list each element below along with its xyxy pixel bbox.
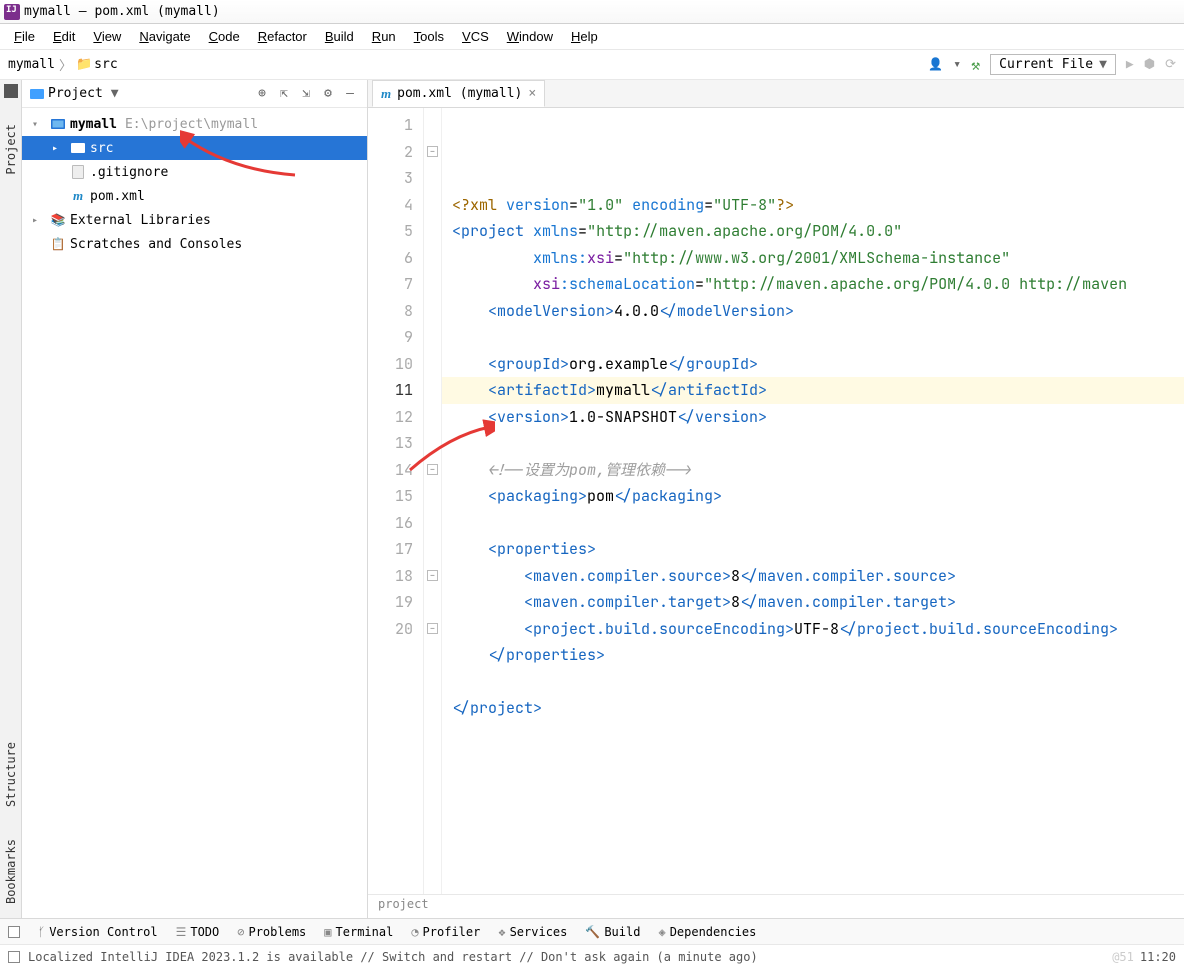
breadcrumb[interactable]: mymall 〉 📁 src xyxy=(8,55,118,74)
hide-icon[interactable]: — xyxy=(341,86,359,101)
project-pane-header: Project ▼ ⊕ ⇱ ⇲ ⚙ — xyxy=(22,80,367,108)
file-icon xyxy=(72,165,84,179)
crumb-root[interactable]: mymall xyxy=(8,57,55,72)
tree-external-libraries-label: External Libraries xyxy=(70,213,211,228)
statusbar: Localized IntelliJ IDEA 2023.1.2 is avai… xyxy=(0,944,1184,968)
user-icon[interactable] xyxy=(928,57,943,72)
bottom-tab-build[interactable]: 🔨Build xyxy=(585,925,640,939)
run-icon[interactable]: ▶ xyxy=(1126,57,1134,72)
collapse-all-icon[interactable]: ⇲ xyxy=(297,86,315,101)
folder-icon xyxy=(71,143,85,153)
menubar: FileEditViewNavigateCodeRefactorBuildRun… xyxy=(0,24,1184,50)
tree-external-libraries[interactable]: ▸ External Libraries xyxy=(22,208,367,232)
menu-view[interactable]: View xyxy=(85,27,129,46)
menu-window[interactable]: Window xyxy=(499,27,561,46)
status-message[interactable]: Localized IntelliJ IDEA 2023.1.2 is avai… xyxy=(28,950,758,964)
tree-root-path: E:\project\mymall xyxy=(125,117,258,132)
tree-gitignore-label: .gitignore xyxy=(90,165,168,180)
menu-help[interactable]: Help xyxy=(563,27,606,46)
bottom-tab-problems[interactable]: ⊘Problems xyxy=(237,925,306,939)
editor-tabbar: m pom.xml (mymall) × xyxy=(368,80,1184,108)
tab-project[interactable]: Project xyxy=(2,118,20,181)
close-icon[interactable]: × xyxy=(528,86,536,101)
crumb-sep: 〉 xyxy=(59,55,72,74)
window-title: mymall – pom.xml (mymall) xyxy=(24,4,220,19)
project-view-icon xyxy=(30,89,44,99)
run-config-label: Current File xyxy=(999,57,1093,72)
chevron-right-icon[interactable]: ▸ xyxy=(52,143,66,154)
debug-icon[interactable]: ⬢ xyxy=(1144,57,1155,72)
bottom-tab-dependencies[interactable]: ◈Dependencies xyxy=(658,925,756,939)
bottom-tab-terminal[interactable]: ▣Terminal xyxy=(324,925,393,939)
more-run-icon[interactable]: ⟳ xyxy=(1165,57,1176,72)
menu-run[interactable]: Run xyxy=(364,27,404,46)
editor-tab[interactable]: m pom.xml (mymall) × xyxy=(372,80,545,107)
chevron-down-icon[interactable]: ▼ xyxy=(111,86,119,101)
hammer-icon[interactable]: ⚒ xyxy=(971,56,980,74)
bottom-tab-todo[interactable]: ☰TODO xyxy=(176,925,220,939)
crumb-src[interactable]: src xyxy=(94,57,117,72)
bottom-toolbar: ᚶVersion Control ☰TODO ⊘Problems ▣Terminal ◔… xyxy=(0,918,1184,944)
menu-code[interactable]: Code xyxy=(201,27,248,46)
tree-gitignore[interactable]: .gitignore xyxy=(22,160,367,184)
tab-structure[interactable]: Structure xyxy=(2,736,20,813)
menu-edit[interactable]: Edit xyxy=(45,27,83,46)
editor-breadcrumb[interactable]: project xyxy=(368,894,1184,918)
editor[interactable]: 1234567891011121314151617181920 –––– 💡 <… xyxy=(368,108,1184,894)
navbar: mymall 〉 📁 src ▾ ⚒ Current File ▼ ▶ ⬢ ⟳ xyxy=(0,50,1184,80)
project-strip-icon[interactable] xyxy=(4,84,18,98)
module-icon xyxy=(51,119,65,129)
titlebar: mymall – pom.xml (mymall) xyxy=(0,0,1184,24)
tree-scratches[interactable]: Scratches and Consoles xyxy=(22,232,367,256)
editor-tab-label: pom.xml (mymall) xyxy=(397,86,522,101)
tree-scratches-label: Scratches and Consoles xyxy=(70,237,242,252)
menu-build[interactable]: Build xyxy=(317,27,362,46)
status-icon[interactable] xyxy=(8,951,20,963)
maven-file-icon: m xyxy=(70,189,86,203)
expand-all-icon[interactable]: ⇱ xyxy=(275,86,293,101)
menu-vcs[interactable]: VCS xyxy=(454,27,497,46)
run-config-selector[interactable]: Current File ▼ xyxy=(990,54,1116,75)
project-pane-title[interactable]: Project xyxy=(48,86,103,101)
menu-file[interactable]: File xyxy=(6,27,43,46)
cursor-position[interactable]: 11:20 xyxy=(1140,950,1176,964)
chevron-right-icon[interactable]: ▸ xyxy=(32,215,46,226)
tree-pom-label: pom.xml xyxy=(90,189,145,204)
tree-root-label: mymall xyxy=(70,117,117,132)
bottom-tab-version-control[interactable]: ᚶVersion Control xyxy=(38,925,158,939)
menu-refactor[interactable]: Refactor xyxy=(250,27,315,46)
watermark: @51 xyxy=(1112,950,1134,964)
tree-src-label: src xyxy=(90,141,113,156)
editor-breadcrumb-label: project xyxy=(378,897,429,911)
chevron-down-icon[interactable]: ▾ xyxy=(32,119,46,130)
settings-icon[interactable]: ⚙ xyxy=(319,86,337,101)
left-tool-strip: Project Structure Bookmarks xyxy=(0,80,22,918)
select-opened-file-icon[interactable]: ⊕ xyxy=(253,86,271,101)
project-tree[interactable]: ▾ mymall E:\project\mymall ▸ src .gitign… xyxy=(22,108,367,918)
project-pane: Project ▼ ⊕ ⇱ ⇲ ⚙ — ▾ mymall E:\project\… xyxy=(22,80,368,918)
line-gutter[interactable]: 1234567891011121314151617181920 xyxy=(368,108,424,894)
app-icon xyxy=(4,4,20,20)
fold-column[interactable]: –––– xyxy=(424,108,442,894)
menu-tools[interactable]: Tools xyxy=(406,27,452,46)
tree-src[interactable]: ▸ src xyxy=(22,136,367,160)
menu-navigate[interactable]: Navigate xyxy=(131,27,198,46)
bottom-tab-services[interactable]: ❖Services xyxy=(498,925,567,939)
tree-root[interactable]: ▾ mymall E:\project\mymall xyxy=(22,112,367,136)
library-icon xyxy=(50,213,66,227)
bottom-tab-profiler[interactable]: ◔Profiler xyxy=(411,925,480,939)
tree-pom[interactable]: m pom.xml xyxy=(22,184,367,208)
tool-windows-icon[interactable] xyxy=(8,926,20,938)
tab-bookmarks[interactable]: Bookmarks xyxy=(2,833,20,910)
code-content[interactable]: 💡 <?xml version="1.0" encoding="UTF-8"?>… xyxy=(442,108,1184,894)
editor-area: m pom.xml (mymall) × 1234567891011121314… xyxy=(368,80,1184,918)
maven-file-icon: m xyxy=(381,86,391,102)
scratch-icon xyxy=(50,237,66,251)
